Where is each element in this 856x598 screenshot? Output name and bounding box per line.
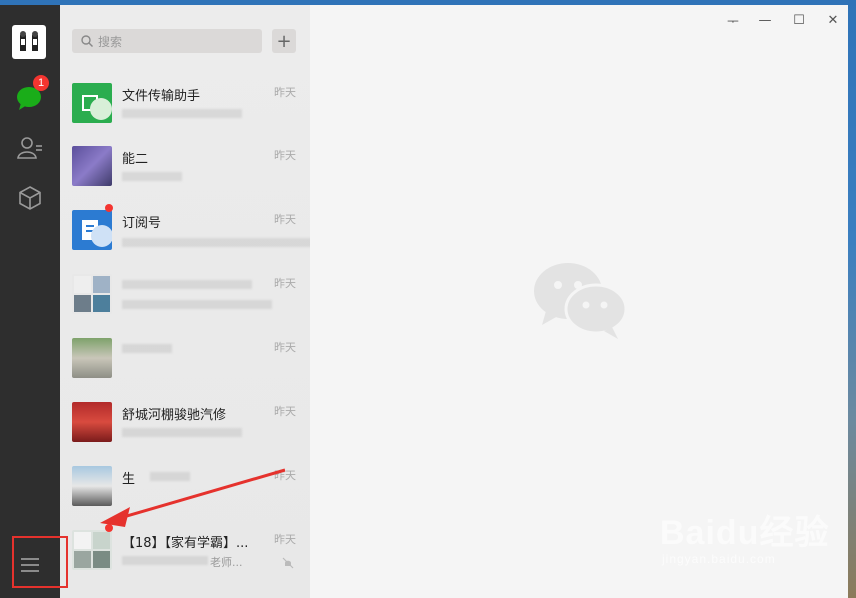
blurred-name <box>122 344 172 353</box>
mute-icon <box>282 557 294 569</box>
chat-time: 昨天 <box>274 213 296 226</box>
group-avatar <box>72 530 112 570</box>
chat-item-subscriptions[interactable]: 订阅号 昨天 <box>60 204 312 270</box>
maximize-button[interactable]: ☐ <box>790 11 808 29</box>
chat-time: 昨天 <box>274 405 296 418</box>
chat-name: 订阅号 <box>122 216 162 231</box>
chats-nav-button[interactable]: 1 <box>15 75 49 113</box>
wechat-logo-icon <box>534 263 628 339</box>
add-chat-button[interactable]: + <box>272 29 296 53</box>
contact-avatar <box>72 466 112 506</box>
chat-item[interactable]: 能二 昨天 <box>60 142 310 206</box>
unread-badge: 1 <box>33 75 49 91</box>
subscriptions-avatar <box>72 210 112 250</box>
sidebar: 1 <box>0 5 60 598</box>
chat-item-group[interactable]: 昨天 <box>60 270 310 334</box>
chat-time: 昨天 <box>274 277 296 290</box>
chat-name: 生 <box>122 472 136 487</box>
watermark-brand: Baidu经验 <box>660 514 830 552</box>
chat-name: 舒城河棚骏驰汽修 <box>122 408 227 423</box>
search-placeholder: 搜索 <box>98 34 123 49</box>
chat-item-file-transfer[interactable]: 文件传输助手 昨天 <box>60 79 310 143</box>
chat-name: 【18】【家有学霸】... <box>122 536 249 551</box>
contacts-nav-button[interactable] <box>15 133 45 163</box>
chat-item[interactable]: 舒城河棚骏驰汽修 昨天 <box>60 398 310 462</box>
pin-button[interactable]: ᅮ <box>724 11 742 30</box>
subscription-icon <box>82 220 112 247</box>
chat-time: 昨天 <box>274 341 296 354</box>
chat-name: 文件传输助手 <box>122 89 201 104</box>
blurred-preview <box>122 109 242 118</box>
unread-dot <box>105 524 113 532</box>
blurred-preview <box>122 172 182 181</box>
chat-item[interactable]: 生 昨天 <box>60 462 310 526</box>
file-transfer-avatar <box>72 83 112 123</box>
blurred-preview <box>122 238 312 247</box>
blurred-preview <box>122 428 242 437</box>
minimize-button[interactable]: — <box>756 11 774 29</box>
search-icon <box>81 35 93 47</box>
chat-list-panel: 搜索 + 文件传输助手 昨天 能二 昨天 订阅号 昨天 昨天 昨天 舒城河棚骏驰… <box>60 5 312 598</box>
chat-time: 昨天 <box>274 149 296 162</box>
unread-dot <box>105 204 113 212</box>
chat-time: 昨天 <box>274 533 296 546</box>
contact-avatar <box>72 338 112 378</box>
close-button[interactable]: ✕ <box>824 11 842 29</box>
search-box[interactable]: 搜索 <box>72 29 262 53</box>
chat-item[interactable]: 昨天 <box>60 334 310 398</box>
user-avatar[interactable] <box>12 25 46 59</box>
contact-avatar <box>72 402 112 442</box>
group-avatar <box>72 274 112 314</box>
cube-icon <box>19 186 41 210</box>
chat-item-group[interactable]: 【18】【家有学霸】... 昨天 老师... <box>60 524 310 590</box>
blurred-name <box>122 280 252 289</box>
contacts-icon <box>17 137 42 159</box>
baidu-watermark: Baidu经验 jingyan.baidu.com <box>660 505 829 566</box>
chat-preview: 老师... <box>210 556 243 569</box>
more-menu-button[interactable] <box>0 539 60 591</box>
watermark-url: jingyan.baidu.com <box>662 552 776 566</box>
chat-name: 能二 <box>122 152 149 167</box>
hamburger-menu-icon <box>21 558 39 572</box>
blurred-preview <box>122 300 272 309</box>
blurred-name <box>150 472 190 481</box>
favorites-nav-button[interactable] <box>15 183 45 213</box>
chat-time: 昨天 <box>274 86 296 99</box>
chat-time: 昨天 <box>274 469 296 482</box>
avatar-image-icon <box>20 31 38 51</box>
contact-avatar <box>72 146 112 186</box>
blurred-preview <box>122 556 208 565</box>
plus-icon: + <box>276 30 292 52</box>
file-transfer-icon <box>82 95 112 120</box>
